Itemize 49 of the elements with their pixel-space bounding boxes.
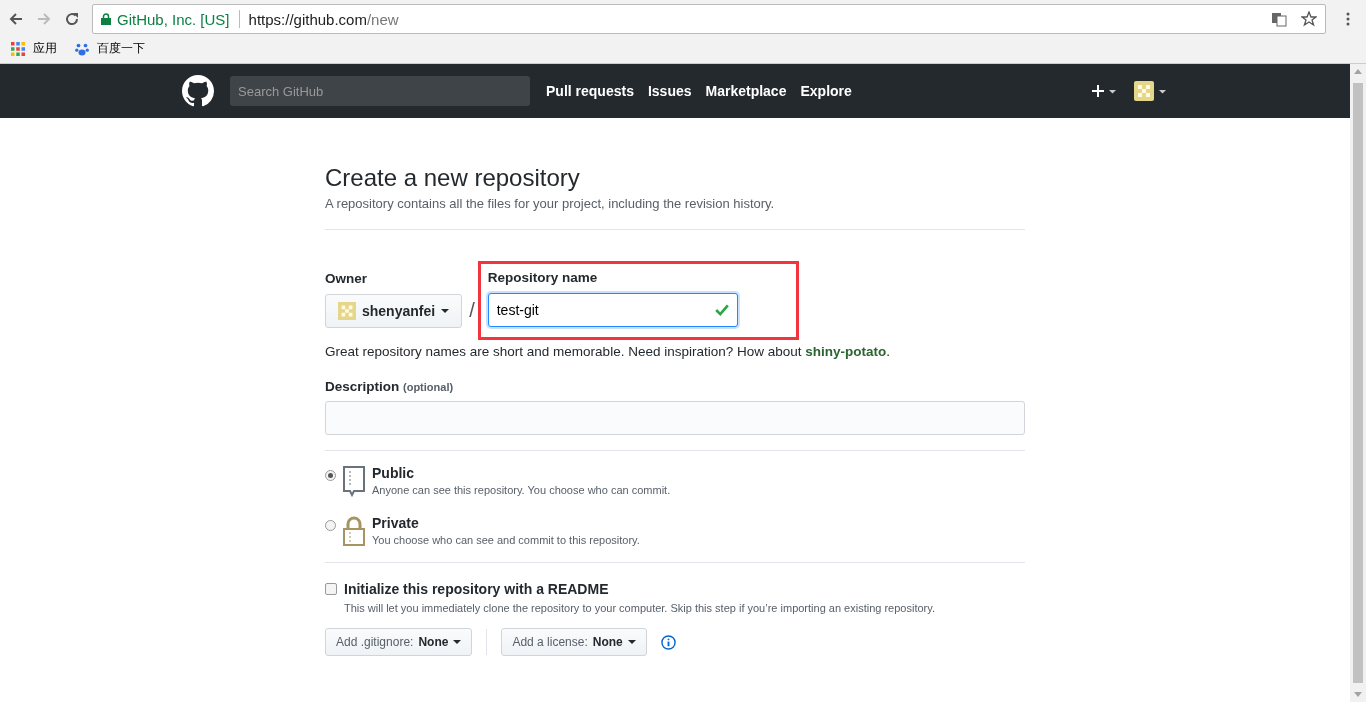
- readme-detail: This will let you immediately clone the repository to your computer. Skip this step if you’re importing an existing repository.: [344, 602, 936, 614]
- slash-separator: /: [469, 299, 475, 322]
- visibility-label: Public: [372, 465, 415, 481]
- reload-icon[interactable]: [64, 11, 80, 27]
- select-dropdown[interactable]: Add a license: None: [501, 628, 647, 656]
- select-dropdown[interactable]: Add .gitignore: None: [325, 628, 473, 656]
- nav-link[interactable]: Pull requests: [546, 83, 634, 99]
- lock-icon: [342, 515, 366, 547]
- plus-dropdown-icon[interactable]: [1092, 84, 1118, 98]
- page-title: Create a new repository: [325, 164, 581, 192]
- nav-link[interactable]: Issues: [647, 83, 692, 99]
- nav-link[interactable]: Explore: [800, 83, 852, 99]
- visibility-detail: Anyone can see this repository. You choose who can commit.: [372, 484, 671, 496]
- menu-icon[interactable]: [1346, 11, 1350, 27]
- star-icon[interactable]: [1301, 11, 1317, 27]
- bookmark-item[interactable]: 应用: [11, 40, 57, 57]
- apps-grid-icon: [11, 41, 25, 56]
- description-label: Description (optional): [325, 379, 455, 394]
- readme-label: Initialize this repository with a README: [344, 581, 609, 597]
- checkbox[interactable]: [325, 583, 337, 595]
- translate-icon[interactable]: [1271, 11, 1287, 27]
- nav-link[interactable]: Marketplace: [705, 83, 787, 99]
- owner-dropdown[interactable]: shenyanfei: [325, 294, 463, 328]
- caret-icon: [627, 640, 636, 644]
- bookmark-item[interactable]: 百度一下: [75, 40, 145, 57]
- repo-name-label: Repository name: [487, 270, 599, 285]
- owner-label: Owner: [325, 271, 368, 286]
- paw-icon: [75, 41, 89, 56]
- url-text: https://github.com/new: [248, 10, 399, 28]
- avatar-icon: [338, 302, 356, 320]
- site-identity: GitHub, Inc. [US]: [117, 10, 230, 28]
- lock-icon: [101, 13, 111, 25]
- search-field[interactable]: Search GitHub: [230, 76, 530, 106]
- repo-name-field[interactable]: test-git: [487, 293, 738, 327]
- book-icon: [342, 465, 366, 497]
- name-hint: Great repository names are short and memorable. Need inspiration? How about shiny-potato.: [325, 344, 891, 359]
- description-field[interactable]: [325, 401, 1025, 435]
- radio-button[interactable]: [325, 520, 336, 531]
- radio-button[interactable]: [325, 470, 336, 481]
- address-bar[interactable]: GitHub, Inc. [US] https://github.com/new: [92, 4, 1326, 34]
- back-icon[interactable]: [8, 11, 24, 27]
- visibility-label: Private: [372, 515, 420, 531]
- page-subtitle: A repository contains all the files for your project, including the revision history.: [325, 196, 776, 211]
- cat-logo-icon[interactable]: [182, 75, 214, 107]
- caret-icon: [441, 309, 450, 313]
- avatar-dropdown-icon[interactable]: [1134, 81, 1168, 101]
- info-icon[interactable]: [660, 634, 676, 650]
- caret-icon: [453, 640, 462, 644]
- visibility-detail: You choose who can see and commit to this repository.: [372, 534, 640, 546]
